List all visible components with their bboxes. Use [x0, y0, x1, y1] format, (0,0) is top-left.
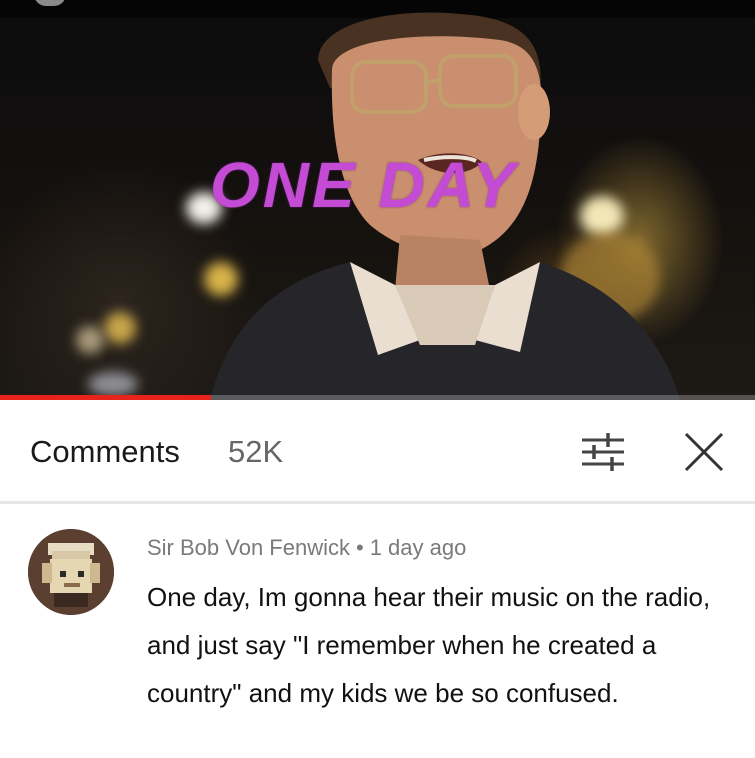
avatar[interactable] — [28, 529, 114, 615]
blocky-character-avatar-icon — [28, 529, 114, 615]
close-icon — [684, 432, 724, 472]
comment-meta: Sir Bob Von Fenwick • 1 day ago — [147, 535, 466, 561]
sliders-icon — [582, 433, 624, 471]
comment-author[interactable]: Sir Bob Von Fenwick — [147, 535, 350, 560]
comment-item: Sir Bob Von Fenwick • 1 day ago One day, I… — [0, 507, 755, 758]
video-player[interactable]: ONE DAY — [0, 0, 755, 400]
comment-time: 1 day ago — [369, 535, 467, 560]
comments-header: Comments 52K — [0, 400, 755, 504]
mobile-video-comments-screen: ONE DAY Comments 52K Sir Bob Von Fenwick… — [0, 0, 755, 758]
video-title-overlay: ONE DAY — [210, 149, 518, 221]
sort-filter-button[interactable] — [578, 430, 628, 474]
close-button[interactable] — [680, 428, 728, 476]
meta-separator: • — [355, 535, 364, 560]
comments-count: 52K — [228, 434, 284, 469]
comments-title: Comments — [30, 434, 180, 469]
comment-text: One day, Im gonna hear their music on th… — [147, 582, 711, 708]
